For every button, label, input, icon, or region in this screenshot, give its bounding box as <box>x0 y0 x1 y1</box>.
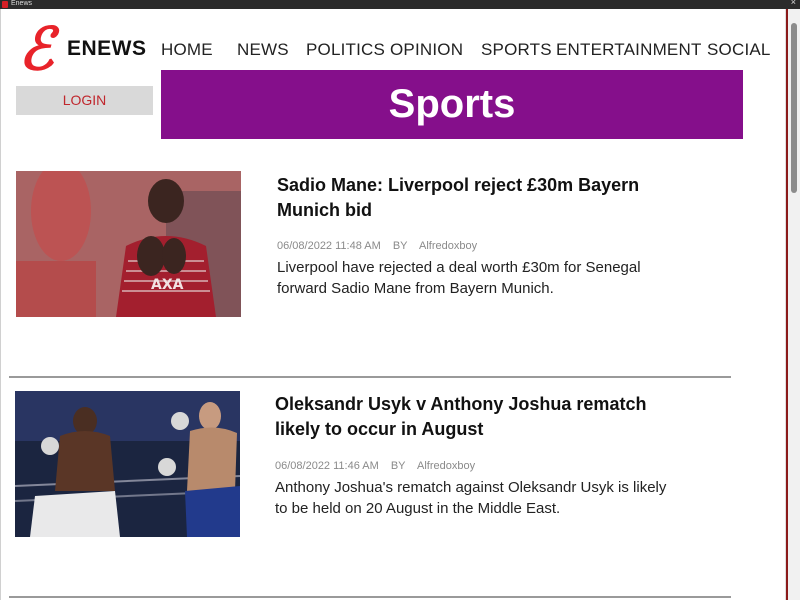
article-by-label: BY <box>392 240 408 252</box>
article-image[interactable] <box>15 391 240 537</box>
article-headline[interactable]: Oleksandr Usyk v Anthony Joshua rematch … <box>275 392 695 442</box>
app-icon <box>2 1 8 8</box>
scrollbar-edge <box>786 9 788 600</box>
nav-item-entertainment[interactable]: ENTERTAINMENT <box>556 40 702 60</box>
article-date: 06/08/2022 11:46 AM <box>275 460 379 472</box>
nav-item-social[interactable]: SOCIAL <box>707 40 771 60</box>
nav-item-sports[interactable]: SPORTS <box>481 40 552 60</box>
article-headline[interactable]: Sadio Mane: Liverpool reject £30m Bayern… <box>277 173 697 223</box>
article-meta: 06/08/2022 11:48 AM BY Alfredoxboy <box>277 240 486 252</box>
nav-item-opinion[interactable]: OPINION <box>390 40 463 60</box>
nav-item-politics[interactable]: POLITICS <box>306 40 385 60</box>
close-icon[interactable]: × <box>791 0 796 7</box>
nav-item-news[interactable]: NEWS <box>237 40 289 60</box>
article-image[interactable]: AXA <box>16 171 241 317</box>
vertical-scrollbar[interactable] <box>785 9 800 600</box>
window-titlebar: Enews × <box>0 0 800 9</box>
svg-text:AXA: AXA <box>151 277 184 293</box>
section-banner: Sports <box>161 70 743 139</box>
article-divider <box>9 376 731 378</box>
brand-name[interactable]: ENEWS <box>67 37 147 61</box>
article-date: 06/08/2022 11:48 AM <box>277 240 381 252</box>
article-divider <box>9 596 731 598</box>
window-title: Enews <box>11 0 33 7</box>
article-summary: Liverpool have rejected a deal worth £30… <box>277 259 641 297</box>
nav-item-home[interactable]: HOME <box>161 40 213 60</box>
scrollbar-thumb[interactable] <box>791 23 797 193</box>
article-summary: Anthony Joshua's rematch against Oleksan… <box>275 479 667 517</box>
logo-icon[interactable]: ℰ <box>16 20 56 78</box>
login-button[interactable]: LOGIN <box>16 86 153 115</box>
article-author[interactable]: Alfredoxboy <box>417 460 475 472</box>
article-author[interactable]: Alfredoxboy <box>419 240 477 252</box>
article-meta: 06/08/2022 11:46 AM BY Alfredoxboy <box>275 460 484 472</box>
window-border <box>0 9 1 600</box>
article-by-label: BY <box>390 460 406 472</box>
